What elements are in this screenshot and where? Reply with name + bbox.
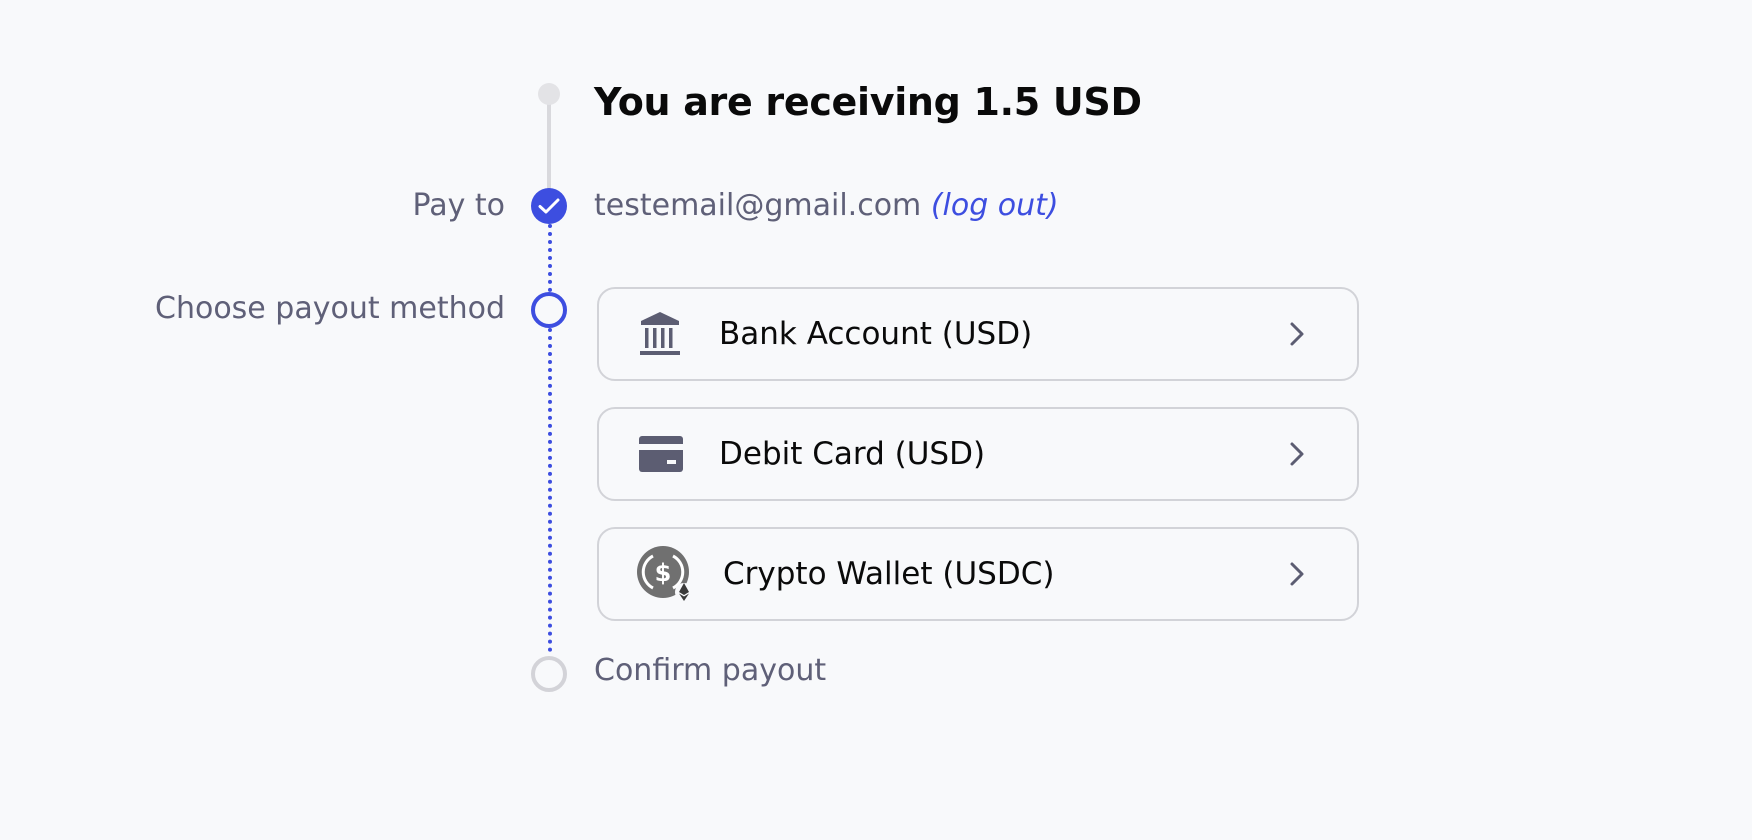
step-label-confirm-payout: Confirm payout — [594, 653, 827, 688]
step-pending-node — [531, 656, 567, 692]
svg-text:$: $ — [655, 559, 672, 587]
payout-flow: You are receiving 1.5 USD Pay to Choose … — [0, 0, 1752, 840]
timeline-rail-complete — [547, 94, 551, 190]
chevron-right-icon — [1289, 441, 1305, 467]
pay-to-email-row: testemail@gmail.com (log out) — [594, 188, 1059, 223]
payout-option-label: Crypto Wallet (USDC) — [723, 556, 1055, 592]
step-label-pay-to: Pay to — [412, 188, 505, 223]
logout-link[interactable]: (log out) — [931, 188, 1059, 223]
payout-option-label: Debit Card (USD) — [719, 436, 986, 472]
chevron-right-icon — [1289, 561, 1305, 587]
timeline-rail-active — [548, 224, 552, 292]
step-label-choose-payout: Choose payout method — [155, 291, 505, 326]
bank-icon — [639, 311, 681, 357]
payout-option-bank-account[interactable]: Bank Account (USD) — [597, 287, 1359, 381]
step-complete-check-icon — [531, 188, 567, 224]
payout-option-debit-card[interactable]: Debit Card (USD) — [597, 407, 1359, 501]
timeline-rail-active — [548, 328, 552, 652]
credit-card-icon — [639, 436, 683, 472]
payout-option-crypto-wallet[interactable]: $ Crypto Wallet (USDC) — [597, 527, 1359, 621]
payout-option-label: Bank Account (USD) — [719, 316, 1033, 352]
step-active-node — [531, 292, 567, 328]
chevron-right-icon — [1289, 321, 1305, 347]
timeline-start-dot — [538, 83, 560, 105]
page-title: You are receiving 1.5 USD — [594, 80, 1142, 124]
pay-to-email: testemail@gmail.com — [594, 188, 922, 223]
usdc-coin-icon: $ — [637, 546, 693, 602]
